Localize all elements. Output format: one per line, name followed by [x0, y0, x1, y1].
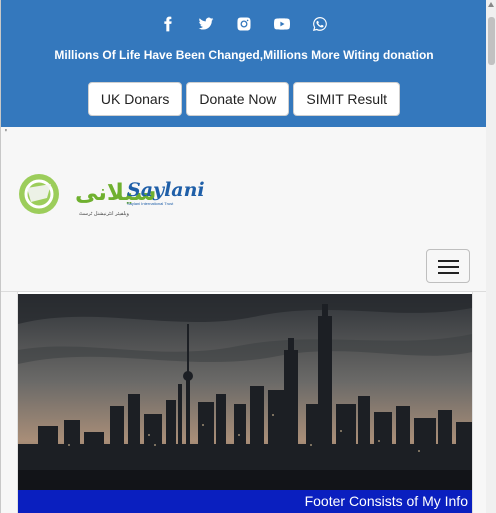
hero-footer-bar: Footer Consists of My Info: [18, 490, 472, 513]
scrollbar[interactable]: [486, 0, 496, 513]
city-skyline-image: [18, 294, 472, 490]
water: [18, 470, 472, 490]
scroll-up-arrow-icon[interactable]: [488, 2, 494, 7]
facebook-icon[interactable]: [156, 12, 180, 36]
stray-mark: ': [5, 128, 7, 139]
tagline: Millions Of Life Have Been Changed,Milli…: [54, 48, 434, 62]
instagram-icon[interactable]: [232, 12, 256, 36]
social-links: [1, 12, 486, 36]
logo-urdu-subtitle: ویلفیئر انٹرنیشنل ٹرسٹ: [79, 211, 129, 217]
scrollbar-thumb[interactable]: [488, 17, 495, 65]
logo-subtitle: Saylani International Trust: [127, 201, 174, 206]
logo-brand: Saylani: [127, 179, 205, 201]
top-bar: Millions Of Life Have Been Changed,Milli…: [1, 0, 486, 127]
hamburger-line: [438, 260, 459, 262]
youtube-icon[interactable]: [270, 12, 294, 36]
twitter-icon[interactable]: [194, 12, 218, 36]
top-button-row: UK Donars Donate Now SIMIT Result: [1, 82, 486, 116]
donate-now-button[interactable]: Donate Now: [186, 82, 290, 116]
hamburger-line: [438, 272, 459, 274]
hamburger-line: [438, 266, 459, 268]
page-frame: Millions Of Life Have Been Changed,Milli…: [0, 0, 486, 513]
uk-donars-button[interactable]: UK Donars: [87, 82, 183, 116]
hamburger-icon[interactable]: [426, 249, 470, 283]
whatsapp-icon[interactable]: [308, 12, 332, 36]
saylani-logo[interactable]: سیلانی Saylani Saylani International Tru…: [17, 168, 209, 220]
simit-result-button[interactable]: SIMIT Result: [293, 82, 401, 116]
